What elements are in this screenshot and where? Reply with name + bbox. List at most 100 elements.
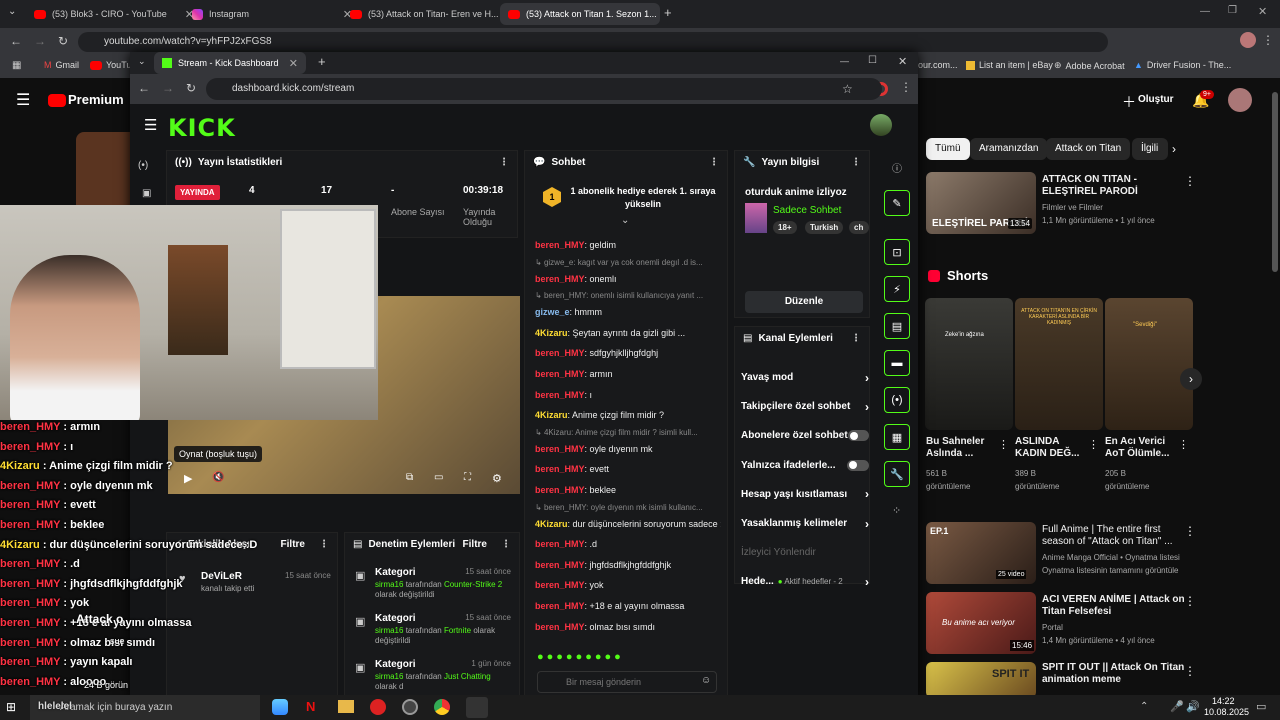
tab-list-icon[interactable]: ⌄ [8, 6, 16, 17]
more-icon[interactable]: ⋮ [501, 539, 511, 550]
copilot-icon[interactable] [272, 699, 288, 715]
video-title[interactable]: Full Anime | The entire first season of … [1042, 524, 1192, 548]
chat-username[interactable]: beren_HMY [535, 560, 585, 570]
edit-button[interactable]: Düzenle [745, 291, 863, 313]
short-thumbnail-2[interactable]: ATTACK ON TITAN'IN EN ÇİRKİN KARAKTERİ A… [1015, 298, 1103, 430]
chat-username[interactable]: beren_HMY [535, 348, 585, 358]
clock-date[interactable]: 10.08.2025 [1204, 707, 1249, 717]
tab-list-icon[interactable]: ⌄ [138, 56, 146, 67]
app-icon[interactable] [370, 699, 386, 715]
more-icon[interactable]: ⋮ [851, 333, 861, 344]
emoji-icon[interactable]: ☺ [701, 675, 711, 686]
activity-user[interactable]: DeViLeR [201, 571, 242, 582]
more-icon[interactable]: ⋮ [709, 157, 719, 168]
video-thumbnail[interactable]: SPIT IT [926, 662, 1036, 698]
filter-button[interactable]: Filtre [281, 539, 305, 550]
outer-address-bar[interactable]: youtube.com/watch?v=yhFPJ2xFGS8 [78, 32, 1108, 52]
reload-icon[interactable]: ↻ [58, 34, 68, 48]
notification-icon[interactable]: ▭ [1256, 700, 1266, 713]
shorts-next-button[interactable]: › [1180, 368, 1202, 390]
moderation-value[interactable]: Counter-Strike 2 [444, 580, 502, 589]
video-title[interactable]: SPIT IT OUT || Attack On Titan animation… [1042, 662, 1192, 686]
avatar[interactable] [1228, 88, 1252, 112]
collapse-icon[interactable]: ⌄ [621, 215, 629, 226]
more-icon[interactable]: ⋮ [319, 539, 329, 550]
clock-time[interactable]: 14:22 [1212, 696, 1235, 706]
kick-address-bar[interactable]: dashboard.kick.com/stream [206, 78, 882, 100]
maximize-icon[interactable]: ☐ [868, 55, 877, 66]
bookmark-gmail[interactable]: M Gmail [44, 60, 79, 70]
short-title-2[interactable]: ASLINDA KADIN DEĞ... [1015, 436, 1089, 460]
channel-action-row[interactable]: Yavaş mod › [741, 363, 869, 392]
playlist-thumbnail[interactable]: EP.1 25 video [926, 522, 1036, 584]
video-meta[interactable]: Oynatma listesinin tamamını görüntüle [1042, 565, 1202, 576]
back-icon[interactable]: ← [138, 81, 150, 95]
menu-icon[interactable]: ⋮ [900, 80, 912, 94]
more-icon[interactable]: ⋮ [1178, 438, 1189, 451]
outer-tab-3[interactable]: (53) Attack on Titan- Eren ve H...✕ [342, 3, 518, 25]
moderation-value[interactable]: Fortnite [444, 626, 471, 635]
hamburger-icon[interactable]: ☰ [144, 116, 157, 134]
reload-icon[interactable]: ↻ [186, 81, 196, 95]
kick-logo[interactable]: KICK [168, 114, 236, 142]
broadcast-icon[interactable]: (•) [138, 160, 148, 171]
filter-button[interactable]: Filtre [463, 539, 487, 550]
moderation-user[interactable]: sirma16 [375, 626, 403, 635]
window-close-icon[interactable]: ✕ [1258, 5, 1267, 18]
toggle-switch[interactable] [847, 459, 869, 471]
minimize-icon[interactable]: — [840, 56, 849, 66]
new-tab-icon[interactable]: + [318, 54, 326, 69]
forward-icon[interactable]: → [34, 34, 46, 48]
settings-gear-icon[interactable]: ⚙ [492, 472, 502, 485]
short-thumbnail-1[interactable]: Zeke'in ağzına [925, 298, 1013, 430]
video-title[interactable]: ACI VEREN ANİME | Attack on Titan Felsef… [1042, 594, 1192, 618]
toggle-switch[interactable] [847, 430, 869, 442]
outer-tab-1[interactable]: (53) Blok3 - CIRO - YouTube ✕ [26, 3, 202, 25]
kick-tab[interactable]: Stream - Kick Dashboard ✕ [154, 52, 306, 74]
channel-action-row[interactable]: Yalnızca ifadelerle... [741, 451, 869, 480]
chat-username[interactable]: gizwe_e [535, 307, 570, 317]
info-icon[interactable]: ⓘ [892, 160, 902, 175]
mute-icon[interactable]: 🔇 [212, 472, 224, 483]
bookmark-3[interactable]: our.com... [918, 60, 958, 70]
outer-tab-4[interactable]: (53) Attack on Titan 1. Sezon 1...✕ [500, 3, 660, 25]
profile-avatar[interactable] [1240, 32, 1256, 48]
more-icon[interactable]: ⋮ [1184, 524, 1196, 538]
obs-icon[interactable] [402, 699, 418, 715]
window-close-icon[interactable]: ✕ [898, 55, 907, 68]
broadcast-button[interactable]: (•) [884, 387, 910, 413]
video-title[interactable]: ATTACK ON TITAN - ELEŞTİREL PARODİ [1042, 174, 1192, 198]
chat-username[interactable]: beren_HMY [535, 274, 585, 284]
outer-tab-2[interactable]: Instagram ✕ [184, 3, 360, 25]
chat-username[interactable]: beren_HMY [535, 622, 585, 632]
chip-all[interactable]: Tümü [926, 138, 970, 160]
chrome-icon[interactable] [434, 699, 450, 715]
mic-icon[interactable]: 🎤 [1170, 700, 1184, 713]
chat-input[interactable]: Bir mesaj gönderin [537, 671, 717, 693]
video-thumbnail[interactable]: ELEŞTİREL PARODİ 13:54 [926, 172, 1036, 234]
category-link[interactable]: Sadece Sohbet [773, 205, 841, 216]
chat-username[interactable]: 4Kizaru [535, 410, 568, 420]
create-icon[interactable]: ＋ [1122, 92, 1136, 112]
dashboard-icon[interactable]: ▣ [142, 188, 151, 199]
wrench-button[interactable]: 🔧 [884, 461, 910, 487]
channel-action-row[interactable]: Yasaklanmış kelimeler › [741, 509, 869, 538]
more-icon[interactable]: ⋮ [998, 438, 1009, 451]
chip-search[interactable]: Aramanızdan [970, 138, 1048, 160]
channel-action-row[interactable]: Hesap yaşı kısıtlaması › [741, 480, 869, 509]
short-title-3[interactable]: En Acı Verici AoT Ölümle... [1105, 436, 1177, 460]
chat-username[interactable]: beren_HMY [535, 464, 585, 474]
chat-username[interactable]: beren_HMY [535, 240, 585, 250]
moderation-value[interactable]: Just Chatting [444, 672, 491, 681]
chat-username[interactable]: beren_HMY [535, 601, 585, 611]
pip-icon[interactable]: ⧉ [406, 472, 413, 483]
bookmark-ebay[interactable]: List an item | eBay [966, 60, 1053, 70]
video-thumbnail[interactable]: Bu anime acı veriyor 15:46 [926, 592, 1036, 654]
moderation-user[interactable]: sirma16 [375, 580, 403, 589]
scrollbar[interactable] [1272, 92, 1278, 272]
video-channel[interactable]: Anime Manga Official • Oynatma listesi [1042, 552, 1202, 563]
chip-related[interactable]: İlgili [1132, 138, 1168, 160]
bolt-button[interactable]: ⚡ [884, 276, 910, 302]
hamburger-icon[interactable]: ☰ [16, 90, 30, 110]
tray-chevron-icon[interactable]: ⌃ [1140, 701, 1148, 712]
